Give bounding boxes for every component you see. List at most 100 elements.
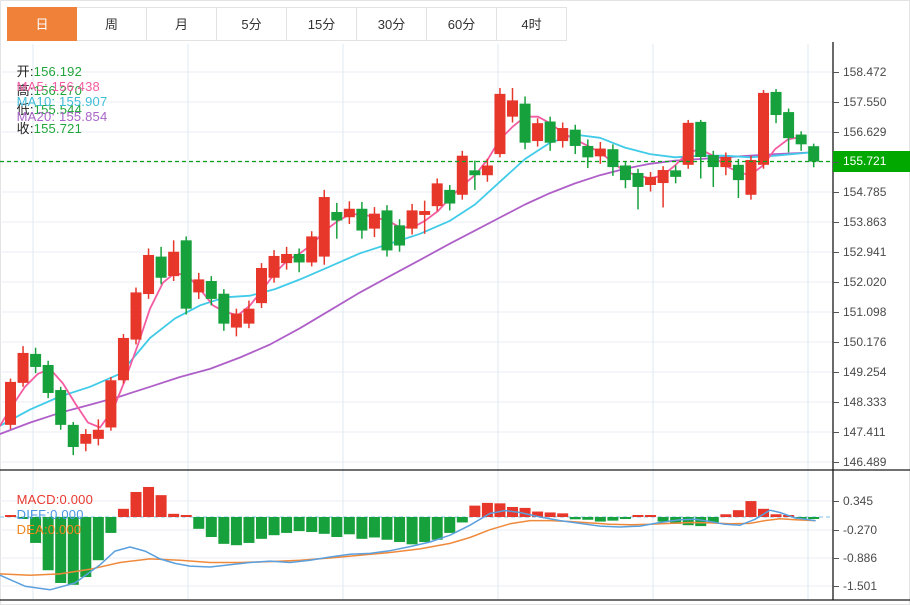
diff-value: DIFF:0.000 [16, 507, 84, 522]
tab-period-1[interactable]: 周 [77, 7, 147, 41]
price-axis-label: 150.176 [843, 335, 887, 349]
tab-period-5[interactable]: 30分 [357, 7, 427, 41]
price-axis-label: 154.785 [843, 185, 887, 199]
macd-bar [381, 517, 393, 540]
macd-bar [720, 514, 732, 517]
candle-body [808, 146, 820, 162]
tab-period-0[interactable]: 日 [7, 7, 77, 41]
candle-body [306, 236, 318, 263]
candle-body [507, 100, 518, 117]
candle-body [745, 159, 757, 195]
candle-body [117, 337, 129, 381]
price-axis-label: 158.472 [843, 65, 887, 79]
candlestick-macd-chart[interactable] [0, 0, 910, 605]
axis-tick [833, 162, 839, 163]
macd-bar [318, 517, 330, 534]
candle-body [5, 381, 16, 425]
macd-bar [419, 517, 431, 543]
axis-tick [833, 462, 839, 463]
axis-tick [833, 586, 839, 587]
candle-body [243, 308, 255, 324]
macd-bar [130, 491, 142, 517]
macd-bar [356, 517, 368, 539]
ma-header: MA5: 156.438 MA10: 155.907 MA20: 155.854 [9, 64, 121, 124]
axis-tick [833, 132, 839, 133]
candle-body [205, 281, 217, 299]
price-axis-label: 153.863 [843, 215, 887, 229]
macd-axis-label: -1.501 [843, 579, 878, 593]
candle-body [758, 92, 769, 165]
candle-body [180, 240, 192, 309]
candle-body [682, 122, 694, 165]
candle-body [569, 129, 581, 146]
macd-bar [143, 486, 155, 517]
axis-tick [833, 282, 839, 283]
macd-bar [808, 517, 820, 519]
axis-tick [833, 192, 839, 193]
candle-body [17, 352, 29, 383]
candle-body [168, 251, 180, 277]
ma10-value: MA10: 155.907 [16, 94, 108, 109]
macd-bar [607, 517, 619, 521]
macd-bar [456, 517, 468, 523]
axis-tick [833, 342, 839, 343]
macd-value: MACD:0.000 [16, 492, 94, 507]
macd-bar [695, 517, 707, 527]
axis-tick [833, 402, 839, 403]
macd-bar [256, 517, 267, 539]
macd-bar [770, 514, 782, 517]
axis-tick [833, 312, 839, 313]
macd-bar [469, 505, 481, 517]
tab-period-6[interactable]: 60分 [427, 7, 497, 41]
axis-tick [833, 432, 839, 433]
macd-axis-label: 0.345 [843, 494, 874, 508]
candle-body [519, 103, 531, 143]
candle-body [594, 148, 606, 157]
candle-body [770, 91, 782, 116]
macd-bar [243, 517, 255, 543]
tab-period-7[interactable]: 4时 [497, 7, 567, 41]
macd-bar [745, 501, 757, 517]
axis-tick [833, 501, 839, 502]
macd-bar [619, 517, 631, 519]
axis-tick [833, 102, 839, 103]
macd-bar [368, 517, 380, 538]
candle-body [557, 128, 569, 142]
candle-body [256, 267, 267, 304]
candle-body [42, 364, 54, 393]
candle-body [143, 254, 155, 295]
candle-body [356, 208, 368, 231]
macd-bar [732, 510, 744, 517]
macd-bar [218, 517, 230, 544]
candle-body [419, 211, 431, 215]
candle-body [783, 112, 795, 139]
macd-bar [582, 517, 594, 520]
candle-body [281, 253, 293, 264]
macd-bar [193, 517, 205, 529]
macd-bar [205, 517, 217, 538]
candle-body [218, 293, 230, 324]
period-tabbar: 日周月 5分 15分 30分 60分 4时 [7, 7, 567, 41]
tab-period-4[interactable]: 15分 [287, 7, 357, 41]
macd-bar [682, 517, 694, 526]
axis-tick [833, 72, 839, 73]
macd-bar [557, 513, 569, 517]
macd-bar [306, 517, 318, 533]
candle-body [30, 353, 42, 367]
macd-bar [544, 512, 556, 517]
candle-body [318, 197, 330, 257]
tab-period-2[interactable]: 月 [147, 7, 217, 41]
candle-body [394, 225, 406, 246]
candle-body [670, 170, 682, 177]
macd-bar [105, 517, 117, 533]
dea-value: DEA:0.000 [16, 522, 82, 537]
candle-body [293, 253, 305, 263]
candle-body [732, 164, 744, 181]
macd-bar [293, 517, 305, 532]
axis-tick [833, 558, 839, 559]
macd-bar [331, 517, 343, 538]
candle-body [795, 134, 807, 145]
price-axis-label: 152.020 [843, 275, 887, 289]
tab-period-3[interactable]: 5分 [217, 7, 287, 41]
macd-bar [444, 517, 456, 533]
